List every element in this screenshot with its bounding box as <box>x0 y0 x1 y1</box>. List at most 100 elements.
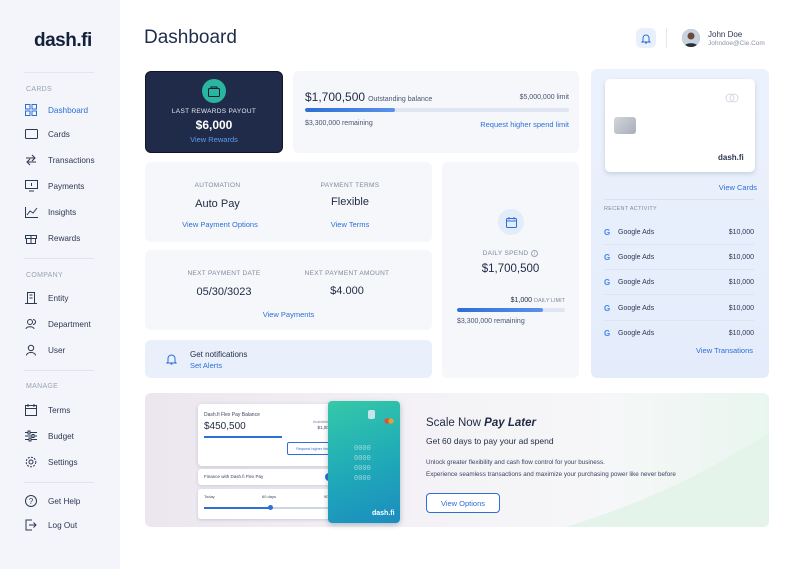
card-icon <box>24 127 38 141</box>
logout-icon <box>24 518 38 532</box>
mock-balance-label: Dash.fi Flex Pay Balance <box>204 412 260 418</box>
chart-icon <box>24 205 38 219</box>
user-icon <box>24 343 38 357</box>
gear-icon <box>24 455 38 469</box>
mock-60-days: 60 days <box>262 494 277 499</box>
help-icon: ? <box>24 494 38 508</box>
divider <box>604 320 754 321</box>
sidebar-item-terms[interactable]: Terms <box>24 402 70 418</box>
sidebar-item-department[interactable]: Department <box>24 316 91 332</box>
calendar-icon <box>24 403 38 417</box>
sidebar-item-label: Log Out <box>48 520 78 530</box>
svg-text:?: ? <box>29 497 34 506</box>
sidebar-item-get-help[interactable]: ? Get Help <box>24 493 80 509</box>
activity-merchant: Google Ads <box>618 278 655 286</box>
divider <box>24 72 94 73</box>
set-alerts-link[interactable]: Set Alerts <box>190 361 222 370</box>
team-icon <box>24 317 38 331</box>
payment-terms-value: Flexible <box>331 196 369 208</box>
recent-activity-label: RECENT ACTIVITY <box>604 206 657 212</box>
sidebar-item-insights[interactable]: Insights <box>24 204 76 220</box>
google-icon: G <box>604 252 611 262</box>
logo[interactable]: dash.fi <box>34 30 92 52</box>
view-options-button[interactable]: View Options <box>426 493 500 513</box>
next-payment-date: 05/30/3023 <box>196 286 252 298</box>
mock-slider-thumb <box>268 505 273 510</box>
activity-amount: $10,000 <box>728 278 754 286</box>
section-cards-label: CARDS <box>26 86 53 93</box>
header-divider <box>666 28 667 48</box>
view-cards-link[interactable]: View Cards <box>591 183 757 192</box>
sidebar-item-budget[interactable]: Budget <box>24 428 74 444</box>
divider <box>604 244 754 245</box>
divider <box>24 482 94 483</box>
activity-amount: $10,000 <box>728 304 754 312</box>
activity-merchant: Google Ads <box>618 228 655 236</box>
arrows-icon <box>24 153 38 167</box>
notifications-title: Get notifications <box>190 350 248 359</box>
payment-terms-label: PAYMENT TERMS <box>320 182 380 189</box>
mastercard-icon <box>384 411 394 429</box>
sidebar-item-label: Cards <box>48 129 70 139</box>
sliders-icon <box>24 429 38 443</box>
activity-row[interactable]: G Google Ads $10,000 <box>604 324 754 342</box>
mock-today: Today <box>204 494 215 499</box>
activity-row[interactable]: G Google Ads $10,000 <box>604 273 754 291</box>
sidebar-item-dashboard[interactable]: Dashboard <box>24 102 88 118</box>
avatar[interactable] <box>682 29 700 47</box>
sidebar-item-label: Dashboard <box>48 105 89 115</box>
sidebar-item-label: Department <box>48 319 91 329</box>
activity-row[interactable]: G Google Ads $10,000 <box>604 223 754 241</box>
section-manage-label: MANAGE <box>26 383 59 390</box>
activity-row[interactable]: G Google Ads $10,000 <box>604 248 754 266</box>
view-payments-link[interactable]: View Payments <box>145 310 432 319</box>
promo-title: Scale Now Pay Later <box>426 417 536 429</box>
contactless-icon <box>725 90 739 108</box>
view-rewards-link[interactable]: View Rewards <box>145 135 283 144</box>
promo-body-2: Experience seamless transactions and max… <box>426 471 676 478</box>
payment-icon <box>24 179 38 193</box>
sidebar-item-payments[interactable]: Payments <box>24 178 84 194</box>
daily-spend-progress-bar <box>457 308 565 312</box>
activity-amount: $10,000 <box>728 329 754 337</box>
building-icon <box>24 291 38 305</box>
page-title: Dashboard <box>144 27 237 48</box>
chip-icon <box>614 117 636 134</box>
sidebar-item-cards[interactable]: Cards <box>24 126 70 142</box>
outstanding-balance: $1,700,500 Outstanding balance <box>305 90 432 104</box>
sidebar-item-transactions[interactable]: Transactions <box>24 152 95 168</box>
activity-amount: $10,000 <box>728 253 754 261</box>
sidebar-item-entity[interactable]: Entity <box>24 290 68 306</box>
activity-merchant: Google Ads <box>618 304 655 312</box>
sidebar-item-rewards[interactable]: Rewards <box>24 230 80 246</box>
sidebar-item-user[interactable]: User <box>24 342 65 358</box>
daily-spend-remaining: $3,300,000 remaining <box>457 318 525 325</box>
grid-icon <box>24 103 38 117</box>
mock-progress <box>204 436 282 438</box>
view-payment-options-link[interactable]: View Payment Options <box>145 220 295 229</box>
google-icon: G <box>604 303 611 313</box>
wallet-icon <box>202 79 226 103</box>
divider <box>604 269 754 270</box>
info-icon[interactable]: i <box>531 250 539 257</box>
balance-progress-bar <box>305 108 569 112</box>
sidebar-item-settings[interactable]: Settings <box>24 454 78 470</box>
activity-row[interactable]: G Google Ads $10,000 <box>604 299 754 317</box>
view-terms-link[interactable]: View Terms <box>282 220 418 229</box>
view-transactions-link[interactable]: View Transations <box>591 346 753 355</box>
next-payment-amount-label: NEXT PAYMENT AMOUNT <box>304 270 390 277</box>
balance-label: Outstanding balance <box>368 96 433 103</box>
next-payment-amount: $4.000 <box>330 285 364 297</box>
mock-toggle-label: Finance with Dash.fi Flex Pay <box>204 474 264 479</box>
balance-card <box>293 71 579 153</box>
notifications-button[interactable] <box>636 28 656 48</box>
sidebar-item-log-out[interactable]: Log Out <box>24 517 77 533</box>
sidebar-item-label: Payments <box>48 181 85 191</box>
promo-subtitle: Get 60 days to pay your ad spend <box>426 436 554 446</box>
gift-icon <box>24 231 38 245</box>
google-icon: G <box>604 328 611 338</box>
balance-amount: $1,700,500 <box>305 90 366 104</box>
sidebar-item-label: Settings <box>48 457 78 467</box>
request-higher-limit-link[interactable]: Request higher spend limit <box>450 120 569 129</box>
rewards-amount: $6,000 <box>195 118 233 132</box>
